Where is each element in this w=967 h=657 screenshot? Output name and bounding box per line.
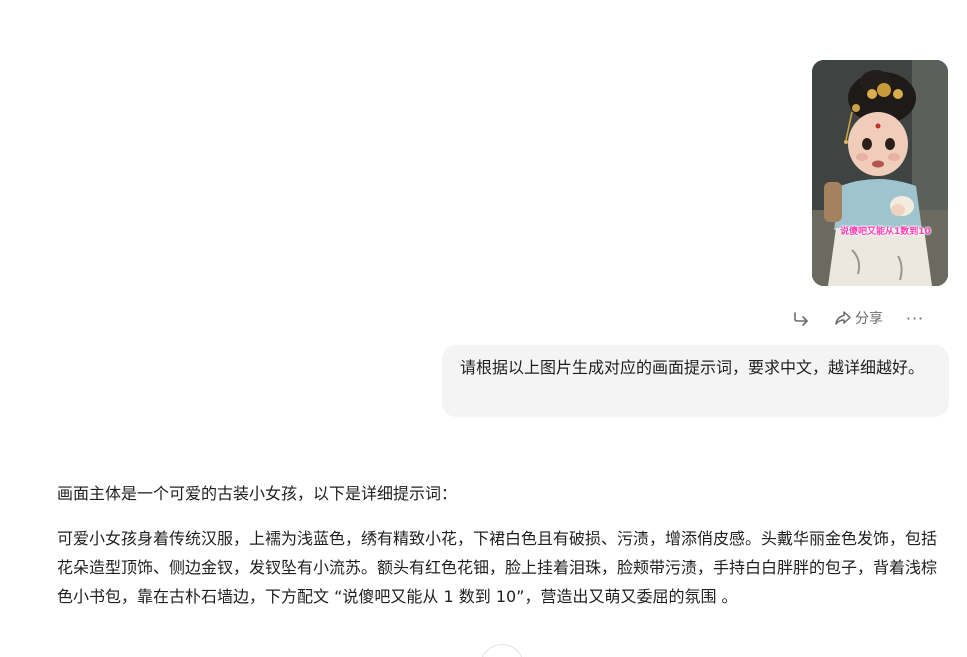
share-label: 分享 bbox=[855, 311, 883, 327]
forward-button[interactable] bbox=[786, 306, 816, 330]
scroll-down-button[interactable] bbox=[480, 644, 524, 657]
user-message-bubble: 请根据以上图片生成对应的画面提示词，要求中文，越详细越好。 bbox=[442, 345, 949, 417]
message-actions: 分享 ··· bbox=[786, 306, 927, 330]
forward-arrow-icon bbox=[794, 312, 808, 326]
uploaded-image[interactable]: 说傻吧又能从1数到10 bbox=[812, 60, 948, 286]
share-icon bbox=[835, 311, 851, 325]
share-button[interactable]: 分享 bbox=[834, 306, 883, 330]
more-button[interactable]: ··· bbox=[903, 306, 927, 330]
girl-illustration bbox=[812, 60, 948, 286]
image-caption: 说傻吧又能从1数到10 bbox=[840, 227, 931, 237]
user-message-text: 请根据以上图片生成对应的画面提示词，要求中文，越详细越好。 bbox=[460, 358, 925, 377]
more-dots-icon: ··· bbox=[905, 308, 925, 328]
assistant-message: 画面主体是一个可爱的古装小女孩，以下是详细提示词： 可爱小女孩身着传统汉服，上襦… bbox=[57, 480, 947, 611]
assistant-intro: 画面主体是一个可爱的古装小女孩，以下是详细提示词： bbox=[57, 484, 458, 503]
chat-page: 说傻吧又能从1数到10 分享 ··· 请根据以上图片生成对应的画面提示词，要求中… bbox=[0, 0, 967, 657]
assistant-detail: 可爱小女孩身着传统汉服，上襦为浅蓝色，绣有精致小花，下裙白色且有破损、污渍，增添… bbox=[57, 529, 938, 606]
